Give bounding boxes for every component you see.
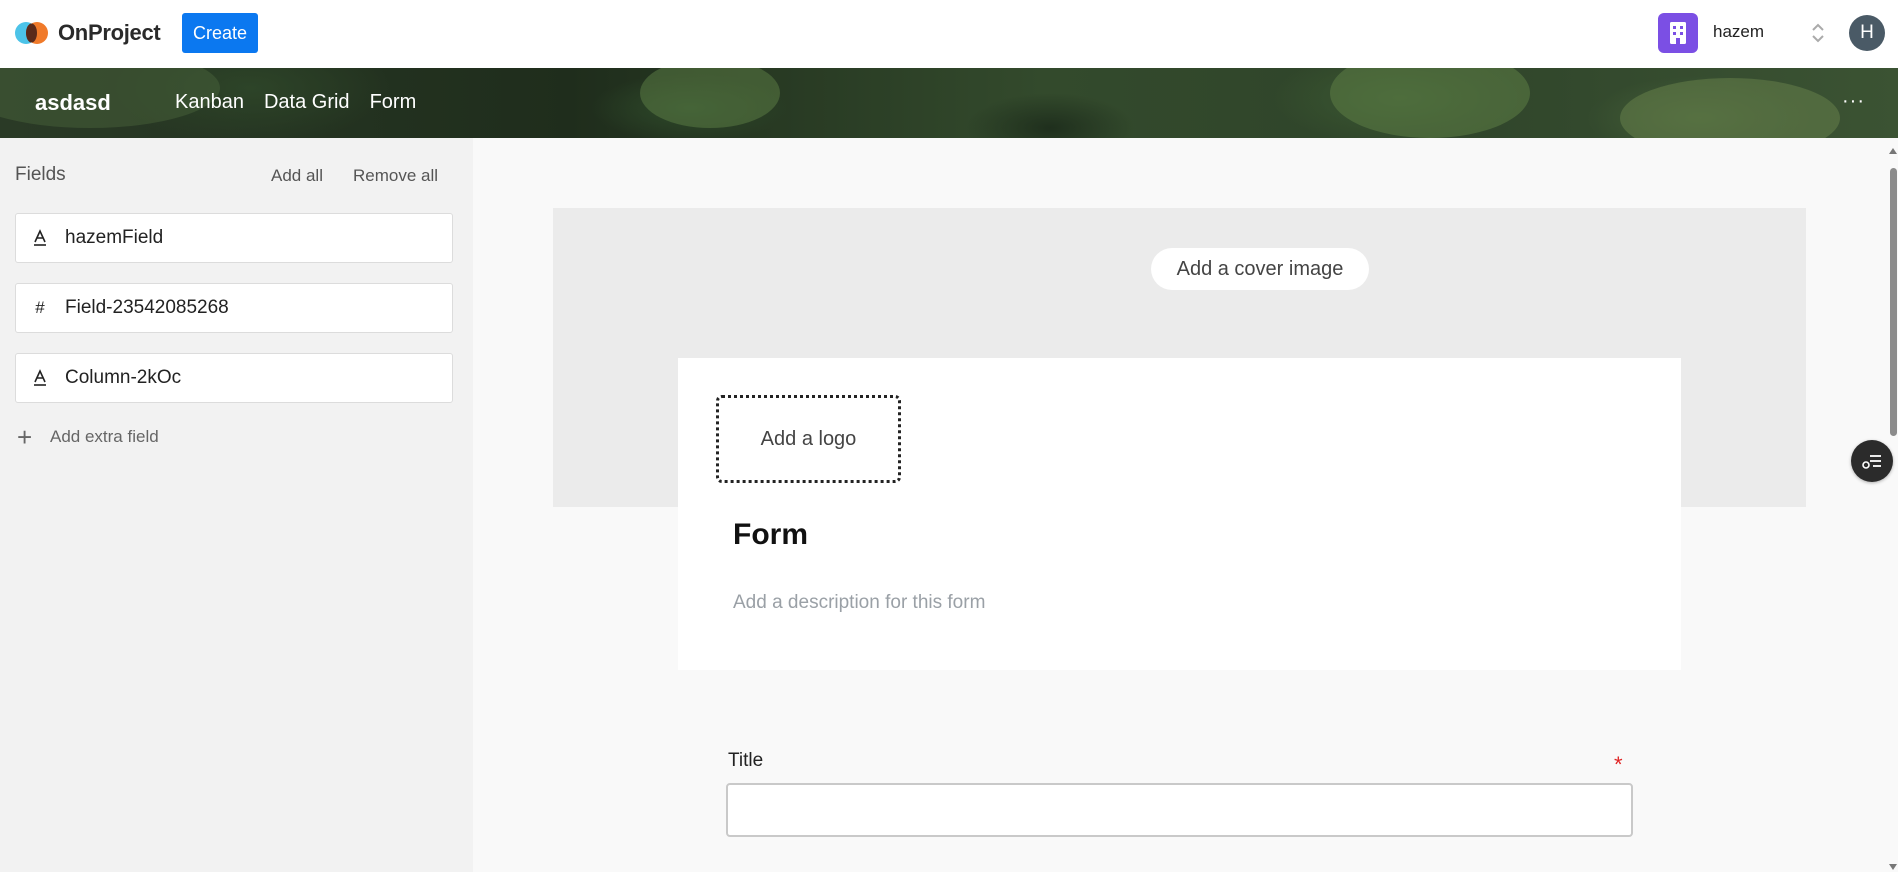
fields-sidebar: Fields Add all Remove all hazemField # F… bbox=[0, 138, 473, 872]
project-name[interactable]: asdasd bbox=[35, 90, 111, 116]
more-options-icon[interactable]: ··· bbox=[1842, 90, 1865, 113]
field-label: Field-23542085268 bbox=[65, 297, 229, 318]
scrollbar-thumb[interactable] bbox=[1890, 168, 1897, 436]
field-item[interactable]: # Field-23542085268 bbox=[15, 283, 453, 333]
number-type-icon: # bbox=[35, 298, 45, 317]
fields-title: Fields bbox=[15, 164, 66, 185]
remove-all-button[interactable]: Remove all bbox=[353, 166, 438, 186]
create-button[interactable]: Create bbox=[182, 13, 258, 53]
app-logo[interactable]: OnProject bbox=[14, 18, 161, 48]
text-type-icon bbox=[31, 229, 49, 247]
add-extra-field-label: Add extra field bbox=[50, 427, 159, 446]
required-indicator: * bbox=[1614, 752, 1623, 777]
plus-icon: + bbox=[17, 422, 33, 452]
user-avatar[interactable]: H bbox=[1849, 15, 1885, 51]
building-icon bbox=[1670, 22, 1686, 44]
workspace-name[interactable]: hazem bbox=[1713, 22, 1764, 42]
project-banner: asdasd Kanban Data Grid Form ··· bbox=[0, 68, 1898, 138]
form-title[interactable]: Form bbox=[733, 518, 808, 552]
view-tabs: Kanban Data Grid Form bbox=[175, 91, 416, 114]
top-bar: OnProject Create hazem H bbox=[0, 0, 1898, 68]
question-label-title: Title bbox=[728, 750, 764, 771]
scroll-down-arrow-icon[interactable] bbox=[1889, 864, 1897, 870]
tab-form[interactable]: Form bbox=[370, 91, 417, 114]
tab-data-grid[interactable]: Data Grid bbox=[264, 91, 350, 114]
tab-kanban[interactable]: Kanban bbox=[175, 91, 244, 114]
app-name: OnProject bbox=[58, 20, 161, 45]
banner-leaf-decoration bbox=[640, 68, 780, 128]
form-header-card: Add a logo Form Add a description for th… bbox=[678, 358, 1681, 670]
form-editor: Add a cover image Add a logo Form Add a … bbox=[473, 138, 1898, 872]
field-label: hazemField bbox=[65, 227, 164, 248]
add-extra-field-button[interactable]: + Add extra field bbox=[17, 424, 159, 450]
add-cover-image-button[interactable]: Add a cover image bbox=[1151, 248, 1369, 290]
field-label: Column-2kOc bbox=[65, 367, 182, 388]
workspace-switch-chevron-icon[interactable] bbox=[1808, 20, 1828, 46]
add-all-button[interactable]: Add all bbox=[271, 166, 323, 186]
settings-list-icon bbox=[1862, 455, 1881, 469]
banner-leaf-decoration bbox=[1330, 68, 1530, 138]
text-type-icon bbox=[31, 369, 49, 387]
title-input[interactable] bbox=[726, 783, 1633, 837]
field-item[interactable]: hazemField bbox=[15, 213, 453, 263]
onproject-logo-icon bbox=[15, 22, 48, 44]
form-description-input[interactable]: Add a description for this form bbox=[733, 592, 985, 614]
field-item[interactable]: Column-2kOc bbox=[15, 353, 453, 403]
workspace-icon[interactable] bbox=[1658, 13, 1698, 53]
scroll-up-arrow-icon[interactable] bbox=[1889, 148, 1897, 154]
add-logo-button[interactable]: Add a logo bbox=[716, 395, 901, 483]
banner-leaf-decoration bbox=[1620, 78, 1840, 138]
scrollbar[interactable] bbox=[1888, 148, 1898, 870]
field-settings-float-button[interactable] bbox=[1851, 440, 1893, 482]
